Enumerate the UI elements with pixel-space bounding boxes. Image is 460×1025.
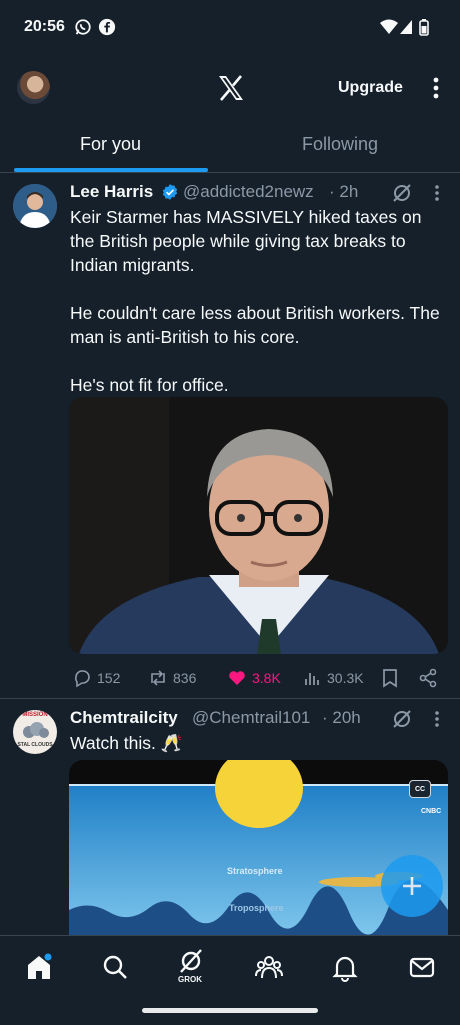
- tab-following[interactable]: Following: [302, 134, 378, 155]
- heart-icon: [229, 671, 245, 685]
- home-icon[interactable]: [24, 952, 54, 982]
- tweet-text: Keir Starmer has MASSIVELY hiked taxes o…: [70, 207, 440, 395]
- reply-count: 152: [97, 670, 121, 686]
- cloud-logo-icon: [23, 722, 49, 738]
- status-bar: 20:56: [0, 0, 460, 56]
- person-avatar-art: [13, 184, 57, 228]
- grok-nav-icon[interactable]: [177, 948, 205, 974]
- compose-post-button[interactable]: [381, 855, 443, 917]
- reply-icon: [75, 670, 90, 688]
- tweet-author-handle[interactable]: @addicted2newz: [183, 182, 314, 202]
- battery-icon: [419, 19, 429, 36]
- portrait-photo: [69, 397, 448, 654]
- grok-icon[interactable]: [392, 183, 412, 203]
- tweet-more-icon[interactable]: [432, 184, 442, 202]
- views-count: 30.3K: [327, 670, 364, 686]
- status-time: 20:56: [24, 18, 65, 35]
- search-icon[interactable]: [100, 952, 130, 982]
- tweet-author-avatar[interactable]: MISSION STAL CLOUDS: [13, 710, 57, 754]
- grok-nav-label: GROK: [178, 975, 202, 984]
- share-icon[interactable]: [418, 668, 438, 688]
- tweet-author-handle[interactable]: @Chemtrail101: [192, 708, 310, 728]
- like-count: 3.8K: [252, 670, 281, 686]
- grok-icon[interactable]: [392, 709, 412, 729]
- tweet-author-avatar[interactable]: [13, 184, 57, 228]
- facebook-icon: [98, 18, 116, 36]
- tweet-author-name[interactable]: Lee Harris: [70, 182, 153, 202]
- tweet-image[interactable]: [69, 397, 448, 654]
- communities-icon[interactable]: [254, 952, 284, 982]
- messages-icon[interactable]: [407, 952, 437, 982]
- signal-icon: [400, 20, 412, 34]
- repost-button[interactable]: 836: [148, 668, 196, 688]
- closed-captions-button[interactable]: CC: [409, 780, 431, 798]
- x-logo-icon[interactable]: [215, 72, 247, 104]
- reply-button[interactable]: 152: [72, 668, 120, 688]
- troposphere-label: Troposphere: [229, 903, 284, 913]
- tab-for-you[interactable]: For you: [80, 134, 141, 155]
- wifi-icon: [380, 19, 398, 34]
- tabs-divider: [0, 172, 460, 173]
- avatar-text-top: MISSION: [22, 712, 48, 718]
- repost-icon: [151, 670, 165, 686]
- upgrade-button[interactable]: Upgrade: [338, 79, 403, 97]
- stratosphere-label: Stratosphere: [227, 866, 283, 876]
- network-logo: CNBC: [421, 808, 442, 815]
- tweet-divider: [0, 698, 460, 699]
- avatar-text-bottom: STAL CLOUDS: [17, 742, 53, 748]
- plus-icon: [403, 877, 421, 895]
- like-button[interactable]: 3.8K: [227, 668, 281, 688]
- notifications-icon[interactable]: [330, 952, 360, 982]
- bookmark-icon[interactable]: [381, 668, 399, 688]
- views-chart-icon: [305, 673, 319, 685]
- profile-avatar[interactable]: [17, 71, 50, 104]
- tweet-timestamp[interactable]: · 20h: [322, 708, 361, 728]
- verified-badge-icon: [162, 184, 178, 200]
- tweet-more-icon[interactable]: [432, 710, 442, 728]
- repost-count: 836: [173, 670, 197, 686]
- tweet-author-name[interactable]: Chemtrailcity: [70, 708, 178, 728]
- tweet-timestamp[interactable]: · 2h: [329, 182, 358, 202]
- tweet-text: Watch this. 🥂: [70, 733, 183, 753]
- views-button[interactable]: 30.3K: [302, 668, 364, 688]
- system-home-indicator[interactable]: [142, 1008, 318, 1013]
- more-options-icon[interactable]: [430, 76, 442, 100]
- whatsapp-icon: [75, 19, 91, 35]
